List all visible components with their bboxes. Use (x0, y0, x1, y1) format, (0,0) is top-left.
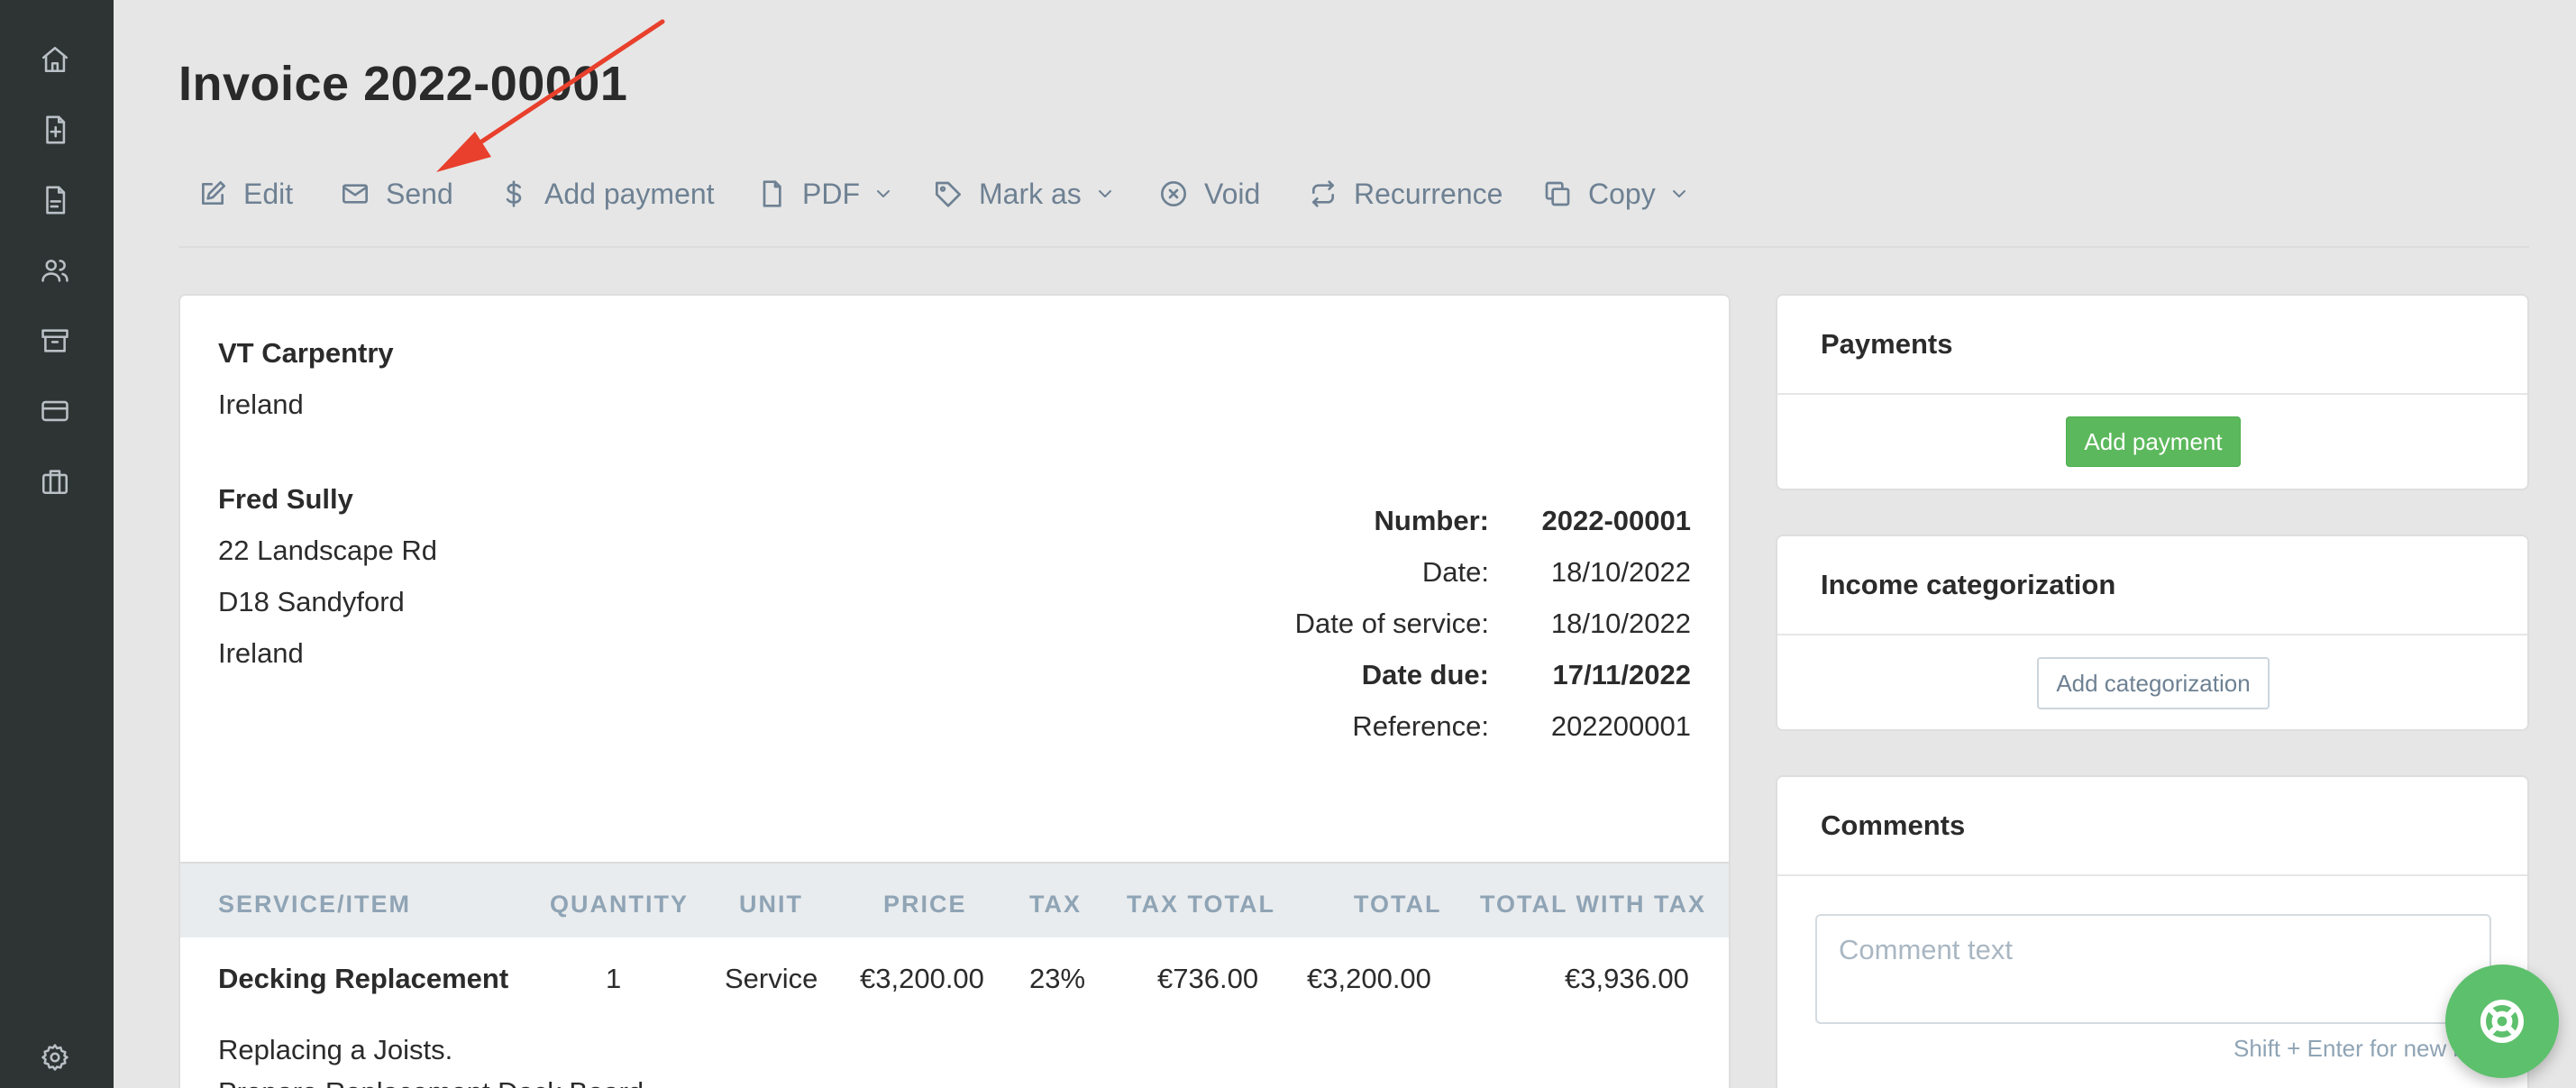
add-categorization-button[interactable]: Add categorization (2037, 657, 2270, 709)
row-price: €3,200.00 (860, 963, 984, 994)
number-label: Number: (1374, 505, 1489, 536)
edit-icon (202, 181, 225, 205)
column-header-tax: TAX (1029, 891, 1082, 918)
pdf-label: PDF (802, 177, 860, 210)
archive-icon[interactable] (39, 325, 71, 357)
document-icon[interactable] (39, 184, 71, 216)
pdf-dropdown[interactable]: PDF (757, 164, 894, 224)
service-date: 18/10/2022 (1550, 608, 1691, 639)
copy-label: Copy (1588, 177, 1656, 210)
send-button[interactable]: Send (341, 164, 453, 224)
add-payment-button[interactable]: Add payment (499, 164, 715, 224)
edit-label: Edit (243, 177, 294, 210)
client-country: Ireland (218, 637, 304, 669)
invoice-number: 2022-00001 (1541, 505, 1692, 536)
column-header-tax-total: TAX TOTAL (1127, 891, 1275, 918)
chevron-down-icon (877, 190, 890, 197)
copy-dropdown[interactable]: Copy (1543, 164, 1690, 224)
chevron-down-icon (1672, 190, 1685, 197)
dollar-icon (506, 180, 522, 207)
add-payment-label: Add payment (544, 177, 715, 210)
void-label: Void (1204, 177, 1261, 210)
divider (1777, 393, 2527, 395)
comment-input[interactable]: Comment text (1815, 914, 2491, 1024)
edit-button[interactable]: Edit (198, 164, 293, 224)
column-header-unit: UNIT (739, 891, 803, 918)
void-button[interactable]: Void (1159, 164, 1260, 224)
column-header-quantity: QUANTITY (550, 891, 689, 918)
invoice-toolbar: Edit Send Add payment PDF Mark as Void R… (178, 164, 2576, 227)
send-label: Send (386, 177, 453, 210)
row-quantity: 1 (606, 963, 622, 994)
issuer-name: VT Carpentry (218, 337, 394, 369)
recurrence-button[interactable]: Recurrence (1309, 164, 1503, 224)
page-title: Invoice 2022-00001 (178, 57, 628, 111)
recurrence-label: Recurrence (1354, 177, 1503, 210)
file-icon (763, 180, 781, 207)
lifebuoy-icon (2480, 999, 2525, 1044)
settings-icon[interactable] (39, 1041, 71, 1074)
users-icon[interactable] (39, 254, 71, 287)
invoice-card: VT Carpentry Ireland Fred Sully 22 Lands… (178, 294, 1731, 1088)
copy-icon (1545, 181, 1570, 206)
divider (1777, 634, 2527, 635)
sidebar (0, 0, 114, 1088)
client-name: Fred Sully (218, 483, 353, 515)
issuer-country: Ireland (218, 389, 304, 420)
help-button[interactable] (2445, 965, 2559, 1078)
date-label: Date: (1421, 556, 1489, 588)
add-payment-card-button[interactable]: Add payment (2066, 416, 2241, 467)
tag-icon (936, 181, 961, 207)
row-description-line1: Replacing a Joists. (218, 1034, 453, 1065)
invoice-add-icon[interactable] (39, 114, 71, 146)
briefcase-icon[interactable] (39, 465, 71, 498)
row-item-name: Decking Replacement (218, 963, 509, 994)
invoice-date: 18/10/2022 (1550, 556, 1691, 588)
due-date-label: Date due: (1361, 659, 1489, 690)
row-tax: 23% (1029, 963, 1086, 994)
income-categorization-card: Income categorization Add categorization (1776, 535, 2529, 731)
due-date: 17/11/2022 (1552, 659, 1691, 690)
column-header-item: SERVICE/ITEM (218, 891, 412, 918)
reference-value: 202200001 (1550, 710, 1691, 742)
column-header-total-with-tax: TOTAL WITH TAX (1480, 891, 1706, 918)
column-header-price: PRICE (883, 891, 967, 918)
payments-title: Payments (1821, 328, 1953, 360)
row-total: €3,200.00 (1307, 963, 1431, 994)
row-tax-total: €736.00 (1157, 963, 1259, 994)
row-description-line2: Prepare Replacement Deck Board (218, 1076, 644, 1088)
client-address-line1: 22 Landscape Rd (218, 535, 438, 566)
divider (1777, 874, 2527, 876)
comments-card: Comments Comment text Shift + Enter for … (1776, 775, 2529, 1088)
repeat-icon (1312, 180, 1334, 207)
reference-label: Reference: (1352, 710, 1489, 742)
x-circle-icon (1161, 181, 1186, 206)
payments-card: Payments Add payment (1776, 294, 2529, 490)
row-total-with-tax: €3,936.00 (1565, 963, 1689, 994)
service-date-label: Date of service: (1294, 608, 1489, 639)
column-header-total: TOTAL (1354, 891, 1442, 918)
credit-card-icon[interactable] (39, 395, 71, 427)
items-table-header: SERVICE/ITEM QUANTITY UNIT PRICE TAX TAX… (180, 862, 1729, 937)
mark-as-label: Mark as (979, 177, 1082, 210)
toolbar-divider (178, 246, 2529, 248)
mail-icon (343, 184, 368, 204)
mark-as-dropdown[interactable]: Mark as (934, 164, 1116, 224)
income-categorization-title: Income categorization (1821, 569, 2116, 600)
home-icon[interactable] (39, 43, 71, 76)
client-address-line2: D18 Sandyford (218, 586, 405, 617)
row-unit: Service (725, 963, 818, 994)
chevron-down-icon (1098, 190, 1111, 197)
comments-title: Comments (1821, 809, 1966, 841)
